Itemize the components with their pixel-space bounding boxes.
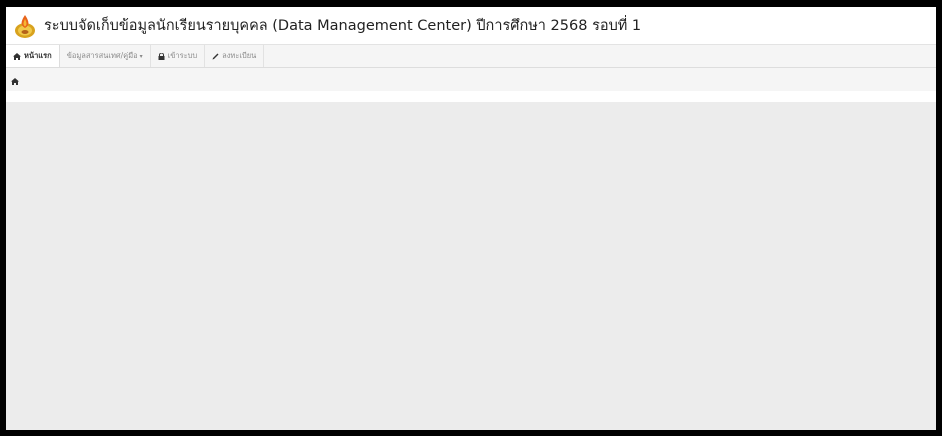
main-content	[6, 102, 936, 430]
caret-down-icon: ▾	[139, 52, 143, 60]
lock-icon	[158, 52, 165, 60]
pencil-icon	[212, 53, 219, 60]
nav-login[interactable]: เข้าระบบ	[151, 45, 206, 67]
browser-page: ระบบจัดเก็บข้อมูลนักเรียนรายบุคคล (Data …	[6, 7, 936, 430]
nav-home-label: หน้าแรก	[24, 51, 52, 60]
school-emblem-icon	[14, 13, 36, 39]
nav-home[interactable]: หน้าแรก	[6, 45, 60, 67]
header-spacer	[6, 91, 936, 102]
nav-info-label: ข้อมูลสารสนเทศ/คู่มือ	[66, 51, 138, 60]
site-header: ระบบจัดเก็บข้อมูลนักเรียนรายบุคคล (Data …	[6, 7, 936, 44]
nav-register[interactable]: ลงทะเบียน	[205, 45, 265, 67]
breadcrumb	[6, 68, 936, 91]
nav-info-dropdown[interactable]: ข้อมูลสารสนเทศ/คู่มือ ▾	[60, 45, 151, 67]
nav-login-label: เข้าระบบ	[167, 51, 198, 60]
nav-register-label: ลงทะเบียน	[222, 51, 257, 60]
main-navbar: หน้าแรก ข้อมูลสารสนเทศ/คู่มือ ▾ เข้าระบบ…	[6, 44, 936, 68]
home-icon	[13, 52, 21, 60]
home-icon[interactable]	[11, 70, 19, 89]
page-title: ระบบจัดเก็บข้อมูลนักเรียนรายบุคคล (Data …	[44, 18, 642, 34]
